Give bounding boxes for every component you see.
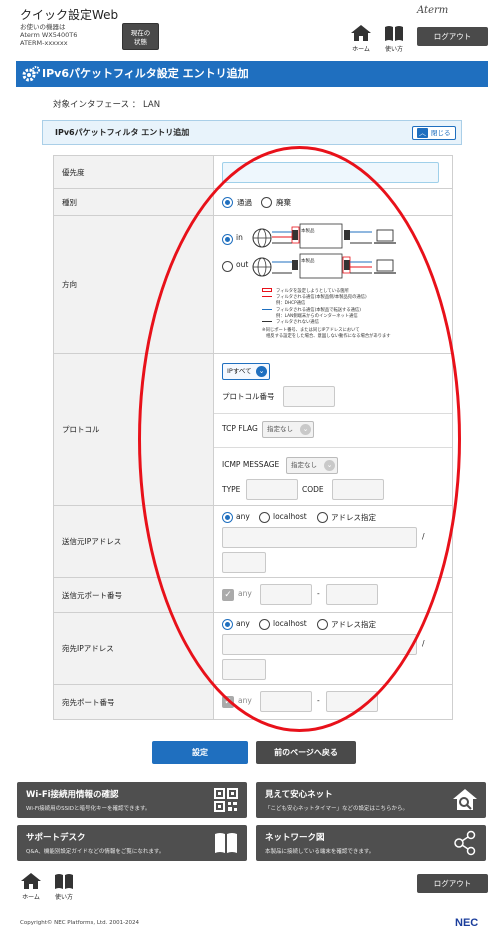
protocol-number-input[interactable] [283,386,335,407]
dst-ip-any-radio[interactable] [222,619,233,630]
device-id: ATERM-xxxxxx [20,39,68,47]
book-icon [215,833,237,853]
chevron-down-icon: ⌄ [256,366,267,377]
close-button[interactable]: ︿ 閉じる [412,126,456,140]
card-wifi-info[interactable]: Wi-Fi接続用情報の確認 Wi-Fi接続用のSSIDと暗号化キーを確認できます… [17,782,247,818]
dst-port-any-checkbox[interactable]: ✓ [222,696,234,708]
home-link[interactable]: ホーム [346,24,376,53]
home-icon [351,25,371,41]
direction-diagram [252,223,396,279]
nec-logo: NEC [455,917,479,929]
diagram-legend: フィルタを設定しようとしている箇所 フィルタされる通信(本製品側/本製品宛の通信… [262,288,391,340]
dst-prefix-input[interactable] [222,659,266,680]
back-button[interactable]: 前のページへ戻る [256,741,356,764]
icmp-select[interactable]: 指定なし ⌄ [286,457,338,474]
dst-ip-address-radio[interactable] [317,619,328,630]
protocol-select[interactable]: IPすべて ⌄ [222,363,270,380]
footer-logout-button[interactable]: ログアウト [417,874,488,893]
type-cell: 通過 廃棄 [214,189,452,216]
page-title: IPv6パケットフィルタ設定 エントリ追加 [16,61,488,87]
entry-form: 優先度 種別 通過 廃棄 方向 in out 本製品 本製品 フィルタを設定しよ… [53,155,453,720]
network-icon [454,830,476,856]
dst-port-label: 宛先ポート番号 [54,685,214,719]
direction-out-radio[interactable] [222,261,233,272]
dst-ip-label: 宛先IPアドレス [54,613,214,685]
logout-button[interactable]: ログアウト [417,27,488,46]
chevron-down-icon: ⌄ [324,460,335,471]
set-button[interactable]: 設定 [152,741,248,764]
icmp-code-input[interactable] [332,479,384,500]
src-ip-label: 送信元IPアドレス [54,506,214,578]
src-ip-input[interactable] [222,527,417,548]
priority-input[interactable] [222,162,439,183]
copyright: Copyright© NEC Platforms, Ltd. 2001-2024 [20,920,140,926]
dst-ip-localhost-radio[interactable] [259,619,270,630]
src-ip-localhost-radio[interactable] [259,512,270,523]
src-port-from-input[interactable] [260,584,312,605]
app-title: クイック設定Web [20,8,119,22]
footer-home-link[interactable]: ホーム [16,872,46,901]
book-icon [55,874,73,889]
src-ip-address-radio[interactable] [317,512,328,523]
section-header: IPv6パケットフィルタ エントリ追加 ︿ 閉じる [42,120,462,145]
home-search-icon [453,789,477,810]
src-prefix-input[interactable] [222,552,266,573]
tcp-flag-select[interactable]: 指定なし ⌄ [262,421,314,438]
aterm-logo: Aterm [417,5,449,16]
interface-label: 対象インタフェース ： LAN [53,100,161,110]
footer-help-link[interactable]: 使い方 [49,872,79,901]
direction-cell: in out 本製品 本製品 フィルタを設定しようとしている箇所 フィルタされる… [214,216,452,354]
src-port-any-checkbox[interactable]: ✓ [222,589,234,601]
help-link[interactable]: 使い方 [379,24,409,53]
type-label: 種別 [54,189,214,216]
home-icon [21,873,41,889]
dst-port-from-input[interactable] [260,691,312,712]
src-ip-cell: any localhost アドレス指定 / [214,506,452,578]
qr-code-icon [214,788,238,812]
gear-icon [22,66,40,82]
direction-in-radio[interactable] [222,234,233,245]
src-port-cell: ✓ any - [214,578,452,613]
dst-ip-input[interactable] [222,634,417,655]
section-title: IPv6パケットフィルタ エントリ追加 [55,128,190,137]
icmp-type-input[interactable] [246,479,298,500]
dst-port-to-input[interactable] [326,691,378,712]
type-drop-radio[interactable] [261,197,272,208]
priority-label: 優先度 [54,156,214,189]
protocol-label: プロトコル [54,354,214,506]
dst-port-cell: ✓ any - [214,685,452,719]
card-network-map[interactable]: ネットワーク図 本製品に接続している端末を確認できます。 [256,825,486,861]
src-port-label: 送信元ポート番号 [54,578,214,613]
book-icon [385,26,403,41]
status-button[interactable]: 現在の 状態 [122,23,159,50]
device-caption: お使いの機器は [20,23,66,31]
src-port-to-input[interactable] [326,584,378,605]
type-pass-radio[interactable] [222,197,233,208]
protocol-cell: IPすべて ⌄ プロトコル番号 TCP FLAG 指定なし ⌄ ICMP MES… [214,354,452,506]
card-support-desk[interactable]: サポートデスク Q&A、機能別設定ガイドなどの情報をご覧になれます。 [17,825,247,861]
card-safe-net[interactable]: 見えて安心ネット 「こども安心ネットタイマー」などの設定はこちらから。 [256,782,486,818]
dst-ip-cell: any localhost アドレス指定 / [214,613,452,685]
device-model: Aterm WX5400T6 [20,31,78,39]
src-ip-any-radio[interactable] [222,512,233,523]
priority-cell [214,156,452,189]
chevron-up-icon: ︿ [417,128,428,138]
chevron-down-icon: ⌄ [300,424,311,435]
direction-label: 方向 [54,216,214,354]
